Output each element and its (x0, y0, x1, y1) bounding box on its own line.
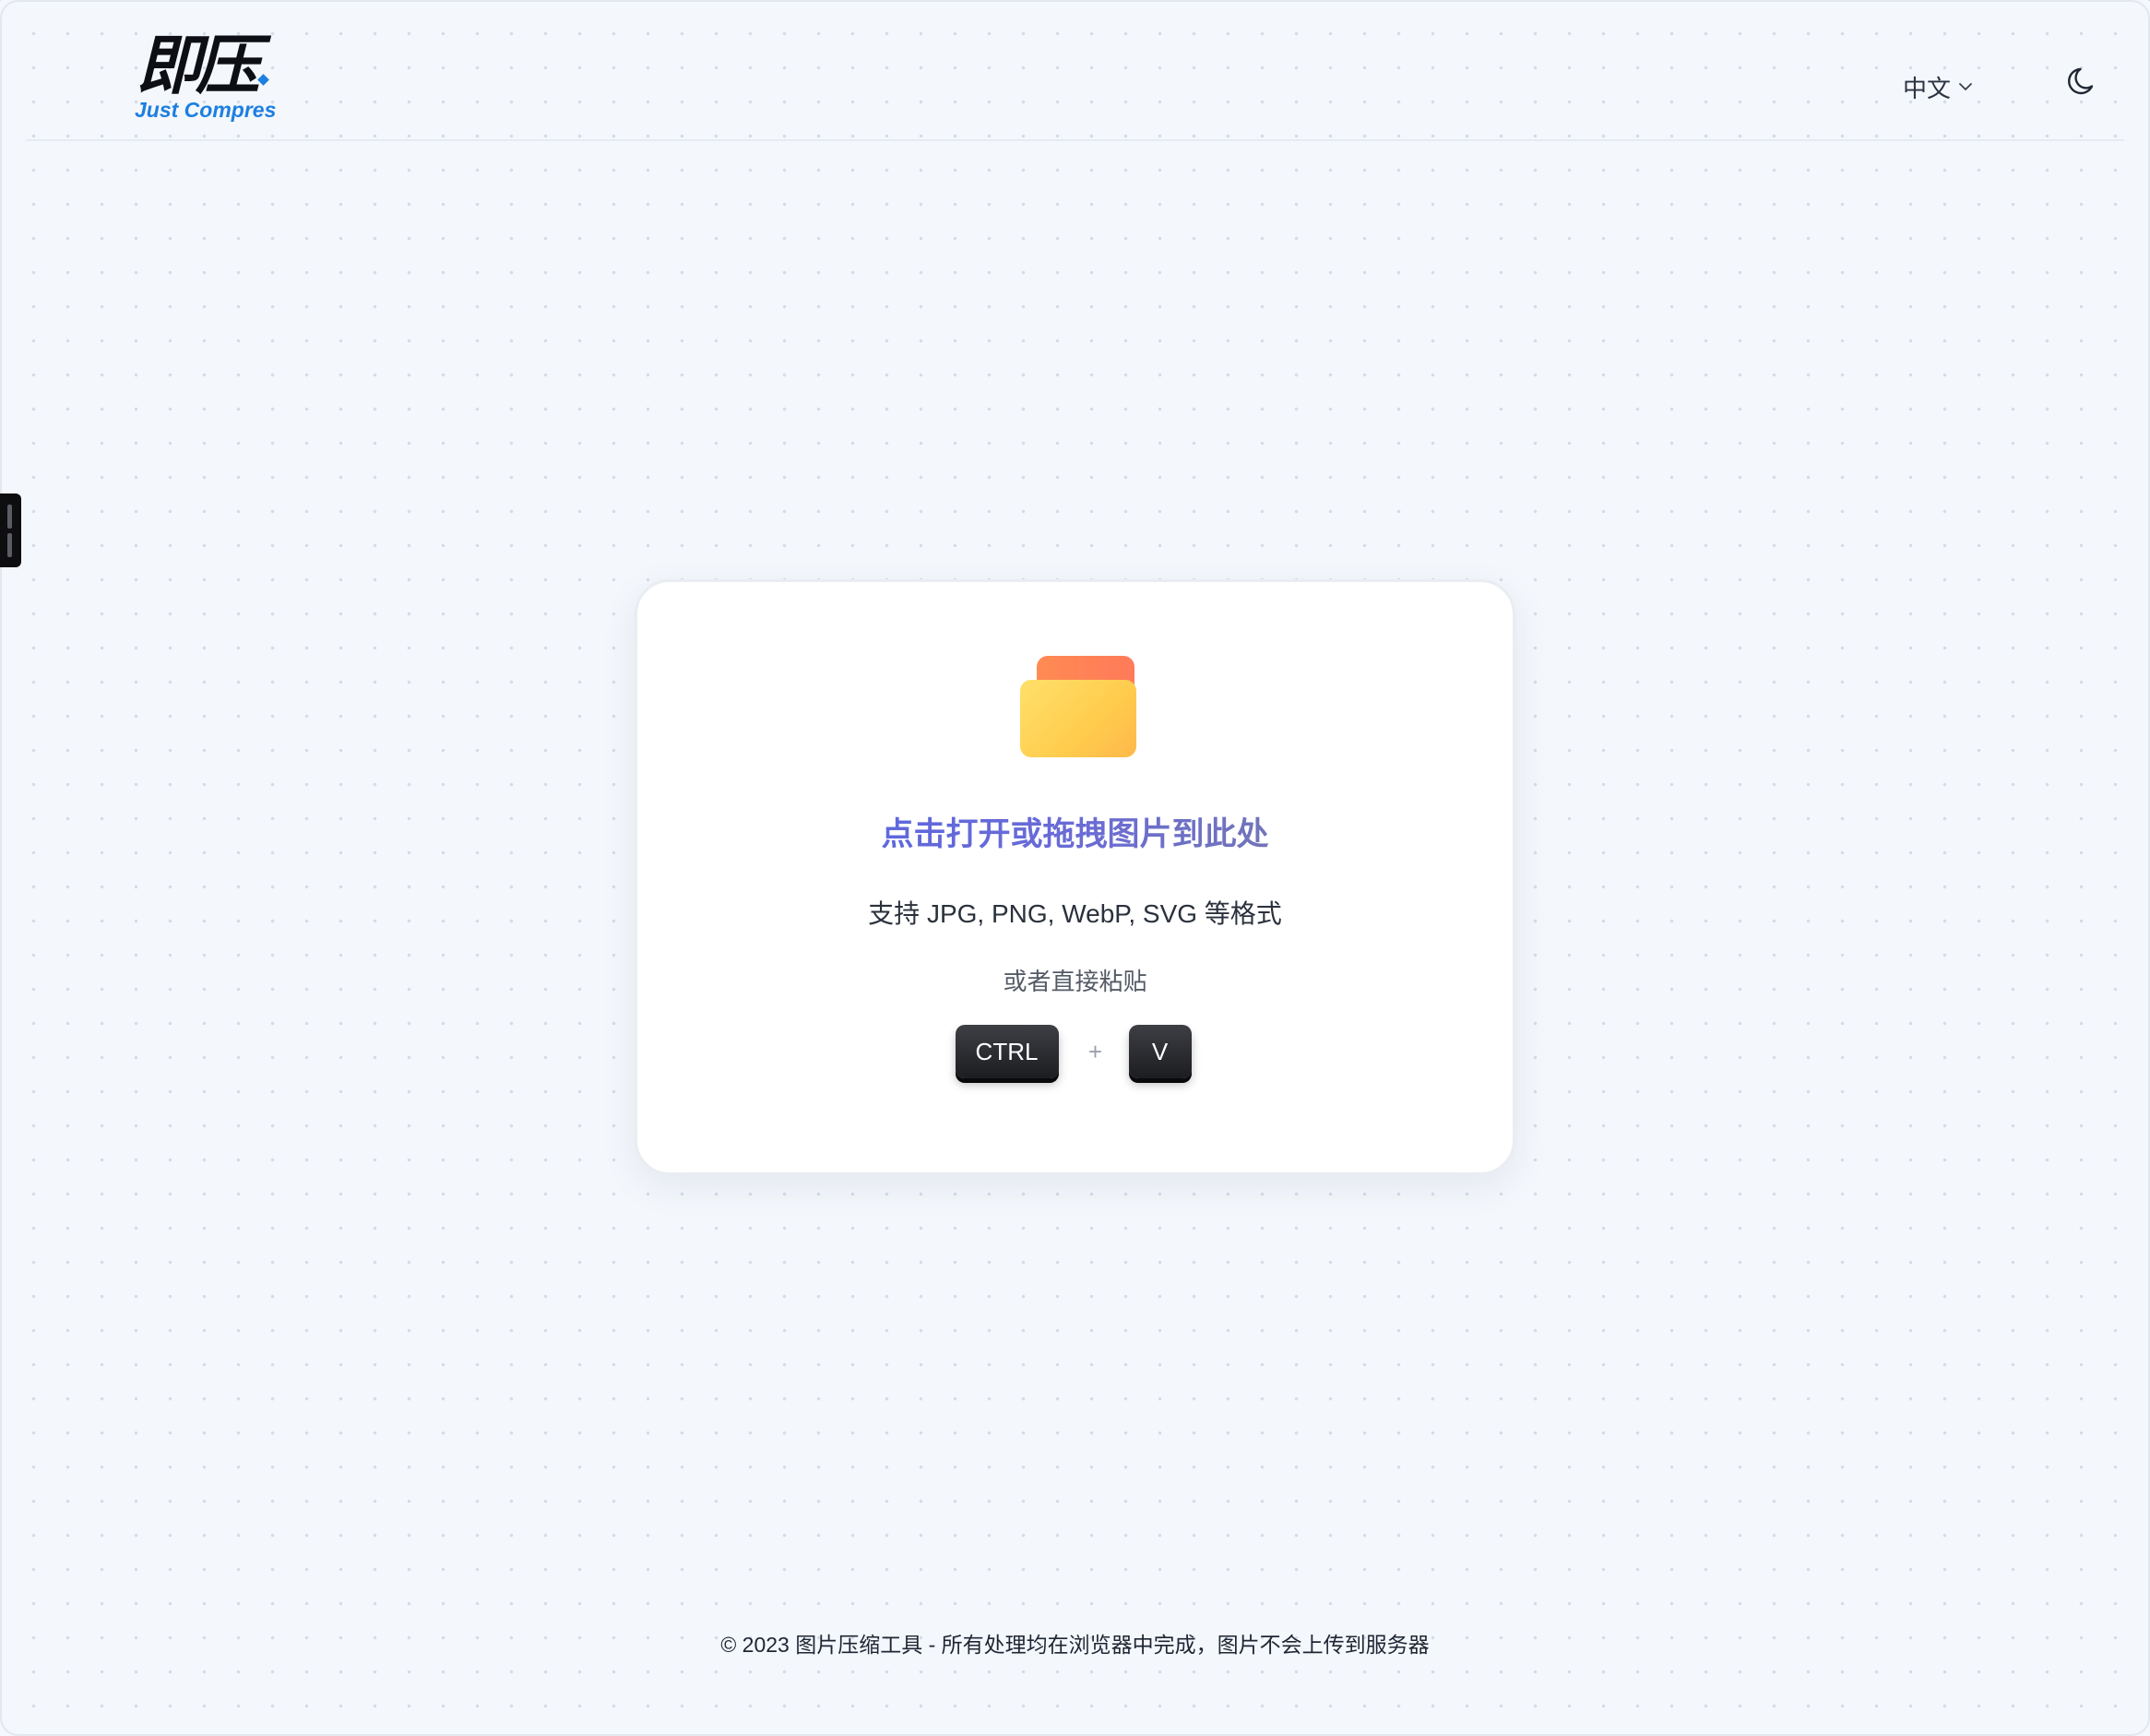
logo-en-text: Just Compres (135, 98, 277, 122)
handle-grip-top (7, 505, 12, 529)
handle-grip-bottom (7, 533, 12, 557)
upload-dropzone[interactable]: 点击打开或拖拽图片到此处 支持 JPG, PNG, WebP, SVG 等格式 … (635, 579, 1515, 1175)
plus-sign: + (1087, 1037, 1103, 1065)
logo-cn-text: 即压 (137, 31, 260, 102)
logo-dot (257, 74, 269, 86)
chevron-down-icon (1959, 83, 1972, 90)
side-panel-handle[interactable] (0, 493, 21, 567)
moon-icon[interactable] (2064, 63, 2101, 100)
folder-icon (1020, 656, 1136, 759)
logo[interactable]: 即压 Just Compres (109, 35, 293, 127)
paste-shortcut: CTRL + V (637, 1025, 1513, 1078)
supported-formats: 支持 JPG, PNG, WebP, SVG 等格式 (868, 899, 1282, 928)
v-key: V (1128, 1025, 1192, 1078)
language-select[interactable]: 中文 (1903, 68, 1973, 105)
folder-body (1020, 680, 1136, 757)
paste-hint: 或者直接粘贴 (1003, 968, 1147, 995)
footer-text: © 2023 图片压缩工具 - 所有处理均在浏览器中完成，图片不会上传到服务器 (720, 1633, 1430, 1657)
header: 即压 Just Compres 中文 (26, 0, 2124, 141)
ctrl-key: CTRL (955, 1025, 1059, 1078)
language-label: 中文 (1903, 74, 1952, 102)
upload-title: 点击打开或拖拽图片到此处 (637, 814, 1513, 855)
